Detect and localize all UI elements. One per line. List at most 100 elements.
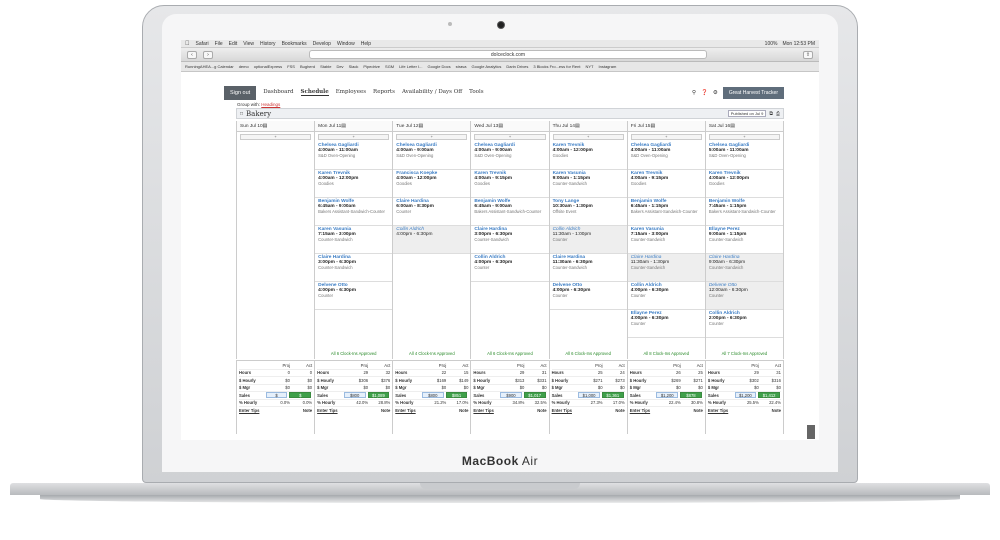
signout-button[interactable]: Sign out [224, 85, 257, 100]
sales-act-input[interactable]: $878 [680, 392, 702, 399]
published-toggle[interactable]: Published on Jul 9 [727, 110, 767, 117]
menu-item-develop[interactable]: Develop [313, 41, 331, 47]
location-switcher[interactable]: Great Harvest Tracker [722, 86, 784, 99]
shift-card[interactable]: Collin Aldrich 2:00pm - 6:30pm Counter [705, 310, 783, 338]
menu-item-history[interactable]: History [260, 41, 276, 47]
calendar-icon[interactable]: ▤ [419, 124, 424, 129]
sales-act-input[interactable]: $1,017 [523, 392, 546, 399]
shift-card[interactable]: Benjamin Wolfe 7:45am - 1:15pm Bakers Assi… [705, 198, 783, 226]
apple-icon[interactable]:  [185, 41, 190, 47]
clockins-approved[interactable]: All 8 Clock-Ins Approved [628, 351, 705, 356]
nav-item-reports[interactable]: Reports [373, 89, 395, 96]
scrollbar[interactable] [807, 425, 815, 439]
sales-proj-input[interactable]: $800 [343, 392, 366, 399]
menu-item-safari[interactable]: Safari [196, 41, 209, 47]
nav-item-tools[interactable]: Tools [469, 89, 483, 96]
add-shift-button[interactable]: + [396, 134, 468, 140]
sales-proj-input[interactable]: $900 [500, 392, 522, 399]
bookmark-item[interactable]: 3 Blocks Fro...ess for Rent [533, 64, 580, 69]
note-link[interactable]: Note [772, 408, 781, 413]
shift-card[interactable]: Karen Vasunia 9:00am - 1:15pm Counter-Sand… [549, 170, 627, 198]
clockins-approved[interactable]: All 6 Clock-Ins Approved [471, 351, 548, 356]
note-link[interactable]: Note [303, 408, 312, 413]
calendar-icon[interactable]: ▤ [575, 124, 580, 129]
menubar-clock[interactable]: Mon 12:53 PM [782, 41, 815, 47]
shift-card[interactable]: Benjamin Wolfe 6:45am - 9:00am Bakers Assi… [315, 198, 393, 226]
shift-card[interactable]: Collin Aldrich 4:00pm - 6:30pm Counter [627, 282, 705, 310]
shift-card[interactable]: Chelsea Gagliardi 5:00am - 11:00am S&D Ove… [705, 142, 783, 170]
menu-item-view[interactable]: View [243, 41, 254, 47]
calendar-icon[interactable]: ▤ [650, 124, 655, 129]
enter-tips-link[interactable]: Enter Tips [473, 408, 493, 413]
bookmark-item[interactable]: NYT [586, 64, 594, 69]
battery-status[interactable]: 100% [765, 41, 778, 47]
forward-button[interactable]: › [203, 50, 213, 59]
calendar-icon[interactable]: ▤ [263, 124, 268, 129]
nav-item-employees[interactable]: Employees [336, 89, 366, 96]
menu-item-file[interactable]: File [215, 41, 223, 47]
shift-card[interactable]: Chelsea Gagliardi 4:00am - 11:00am S&D Ove… [627, 142, 705, 170]
note-link[interactable]: Note [694, 408, 703, 413]
shift-card[interactable]: Delvene Otto 4:00pm - 6:30pm Counter [315, 282, 393, 310]
sales-proj-input[interactable]: $ [265, 392, 288, 399]
bookmark-item[interactable]: FSS [287, 64, 295, 69]
shift-card[interactable]: Karen Trevnik 4:00am - 12:00pm Goodies [549, 142, 627, 170]
shift-card[interactable]: Claire Hardina 6:00am - 8:30pm Counter [393, 198, 471, 226]
shift-card[interactable]: Francisca Koepke 4:00am - 12:00pm Goodies [393, 170, 471, 198]
menu-item-edit[interactable]: Edit [229, 41, 238, 47]
bookmark-item[interactable]: Stable [320, 64, 331, 69]
shift-card[interactable]: Collin Aldrich 11:30am - 1:00pm Counter [549, 226, 627, 254]
search-icon[interactable]: ⚲ [692, 90, 696, 96]
bookmark-item[interactable]: Pipedrive [363, 64, 380, 69]
menu-item-bookmarks[interactable]: Bookmarks [282, 41, 307, 47]
shift-card[interactable]: Karen Vasunia 7:15am - 3:00pm Counter-Sand… [315, 226, 393, 254]
shift-card[interactable]: Claire Hardina 3:00pm - 6:30pm Counter-San… [471, 226, 549, 254]
shift-card[interactable]: Benjamin Wolfe 6:45am - 1:15pm Bakers Assi… [627, 198, 705, 226]
enter-tips-link[interactable]: Enter Tips [552, 408, 572, 413]
nav-item-availability-days-off[interactable]: Availability / Days Off [402, 89, 462, 96]
shift-card[interactable]: Chelsea Gagliardi 4:00am - 9:00am S&D Oven… [471, 142, 549, 170]
bookmark-item[interactable]: Google Analytics [472, 64, 502, 69]
add-shift-button[interactable]: + [708, 134, 780, 140]
sales-act-input[interactable]: $851 [445, 392, 468, 399]
sales-act-input[interactable]: $1,361 [601, 392, 624, 399]
note-link[interactable]: Note [537, 408, 546, 413]
shift-card[interactable]: Delvene Otto 4:00pm - 6:30pm Counter [549, 282, 627, 310]
shift-card[interactable]: Claire Hardina 11:30am - 6:30pm Counter-Sa… [549, 254, 627, 282]
bookmark-item[interactable]: strava [456, 64, 467, 69]
nav-item-schedule[interactable]: Schedule [300, 89, 329, 96]
shift-card[interactable]: Benjamin Wolfe 6:45am - 9:00am Bakers Assi… [471, 198, 549, 226]
shift-card[interactable]: Delvene Otto 12:00am - 6:30pm Counter [705, 282, 783, 310]
shift-card[interactable]: Ellayne Perez 4:00pm - 6:30pm Counter [627, 310, 705, 338]
calendar-icon[interactable]: ▤ [498, 124, 503, 129]
shift-card[interactable]: Karen Trevnik 4:00am - 12:00pm Goodies [705, 170, 783, 198]
menu-item-window[interactable]: Window [337, 41, 355, 47]
calendar-icon[interactable]: ▤ [341, 124, 346, 129]
sales-proj-input[interactable]: $1,000 [578, 392, 600, 399]
sales-act-input[interactable]: $1,089 [367, 392, 390, 399]
clockins-approved[interactable]: All 6 Clock-Ins Approved [550, 351, 627, 356]
sales-proj-input[interactable]: $800 [421, 392, 444, 399]
nav-item-dashboard[interactable]: Dashboard [263, 89, 293, 96]
bookmark-item[interactable]: Instagram [599, 64, 617, 69]
add-shift-button[interactable]: + [474, 134, 546, 140]
bookmark-item[interactable]: Slack [349, 64, 359, 69]
sales-act-input[interactable]: $ [289, 392, 312, 399]
shift-card[interactable]: Claire Hardina 9:00am - 6:30pm Counter-San… [705, 254, 783, 282]
group-with-value[interactable]: Headings [261, 102, 280, 107]
bookmark-item[interactable]: demo [239, 64, 249, 69]
copy-icon[interactable]: ⧉ [769, 111, 773, 117]
calendar-icon[interactable]: ▤ [730, 124, 735, 129]
enter-tips-link[interactable]: Enter Tips [395, 408, 415, 413]
add-shift-button[interactable]: + [552, 134, 624, 140]
shift-card[interactable]: Chelsea Gagliardi 4:00am - 11:00am S&D Ove… [315, 142, 393, 170]
shift-card[interactable]: Claire Hardina 11:30am - 1:30pm Counter-Sa… [627, 254, 705, 282]
shift-card[interactable]: Claire Hardina 3:00pm - 6:30pm Counter-San… [315, 254, 393, 282]
collapse-icon[interactable]: □ [240, 111, 243, 117]
clockins-approved[interactable]: All 4 Clock-Ins Approved [393, 351, 470, 356]
shift-card[interactable]: Collin Aldrich 4:00pm - 6:30pm [393, 226, 471, 254]
shift-card[interactable]: Karen Trevnik 4:00am - 12:00pm Goodies [315, 170, 393, 198]
note-link[interactable]: Note [381, 408, 390, 413]
bookmark-item[interactable]: SGM [385, 64, 394, 69]
shift-card[interactable]: Collin Aldrich 4:00pm - 6:30pm Counter [471, 254, 549, 282]
